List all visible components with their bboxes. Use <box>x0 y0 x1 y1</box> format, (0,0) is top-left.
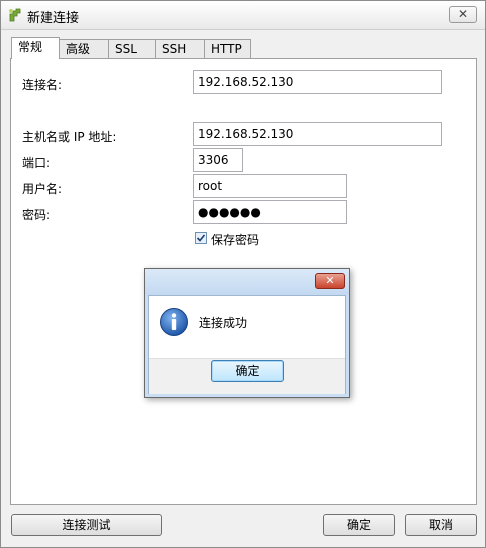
dialog-close-button[interactable]: ✕ <box>315 273 345 289</box>
user-input[interactable]: root <box>193 174 347 198</box>
connection-name-label: 连接名: <box>22 78 63 92</box>
ok-button[interactable]: 确定 <box>323 514 395 536</box>
window-close-button[interactable]: ✕ <box>449 6 477 23</box>
tab-ssl[interactable]: SSL <box>108 39 156 58</box>
tab-ssh[interactable]: SSH <box>155 39 205 58</box>
port-input[interactable]: 3306 <box>193 148 243 172</box>
checkbox-box[interactable] <box>195 232 207 244</box>
new-connection-window: 新建连接 ✕ 常规 高级 SSL SSH HTTP 连接名: 192.168.5… <box>0 0 486 548</box>
host-input[interactable]: 192.168.52.130 <box>193 122 442 146</box>
message-dialog: ✕ 连接成功 确定 <box>144 268 350 398</box>
tab-advanced[interactable]: 高级 <box>59 39 109 58</box>
dialog-title-bar: ✕ <box>145 269 349 295</box>
tab-general[interactable]: 常规 <box>11 37 60 59</box>
info-icon <box>160 308 188 336</box>
save-password-label: 保存密码 <box>211 233 260 247</box>
password-label: 密码: <box>22 208 51 222</box>
port-label: 端口: <box>22 156 51 170</box>
cancel-button[interactable]: 取消 <box>405 514 477 536</box>
dialog-ok-button[interactable]: 确定 <box>211 360 284 382</box>
user-label: 用户名: <box>22 182 63 196</box>
tab-http[interactable]: HTTP <box>204 39 251 58</box>
title-bar: 新建连接 ✕ <box>1 1 485 30</box>
dialog-body: 连接成功 确定 <box>148 295 346 394</box>
dialog-footer: 确定 <box>149 358 345 394</box>
connection-name-input[interactable]: 192.168.52.130 <box>193 70 442 94</box>
window-title: 新建连接 <box>27 11 80 26</box>
check-icon <box>196 234 206 242</box>
app-icon <box>9 8 21 22</box>
host-label: 主机名或 IP 地址: <box>22 130 117 144</box>
test-connection-button[interactable]: 连接测试 <box>11 514 162 536</box>
dialog-message: 连接成功 <box>199 316 248 330</box>
password-input[interactable]: ●●●●●● <box>193 200 347 224</box>
